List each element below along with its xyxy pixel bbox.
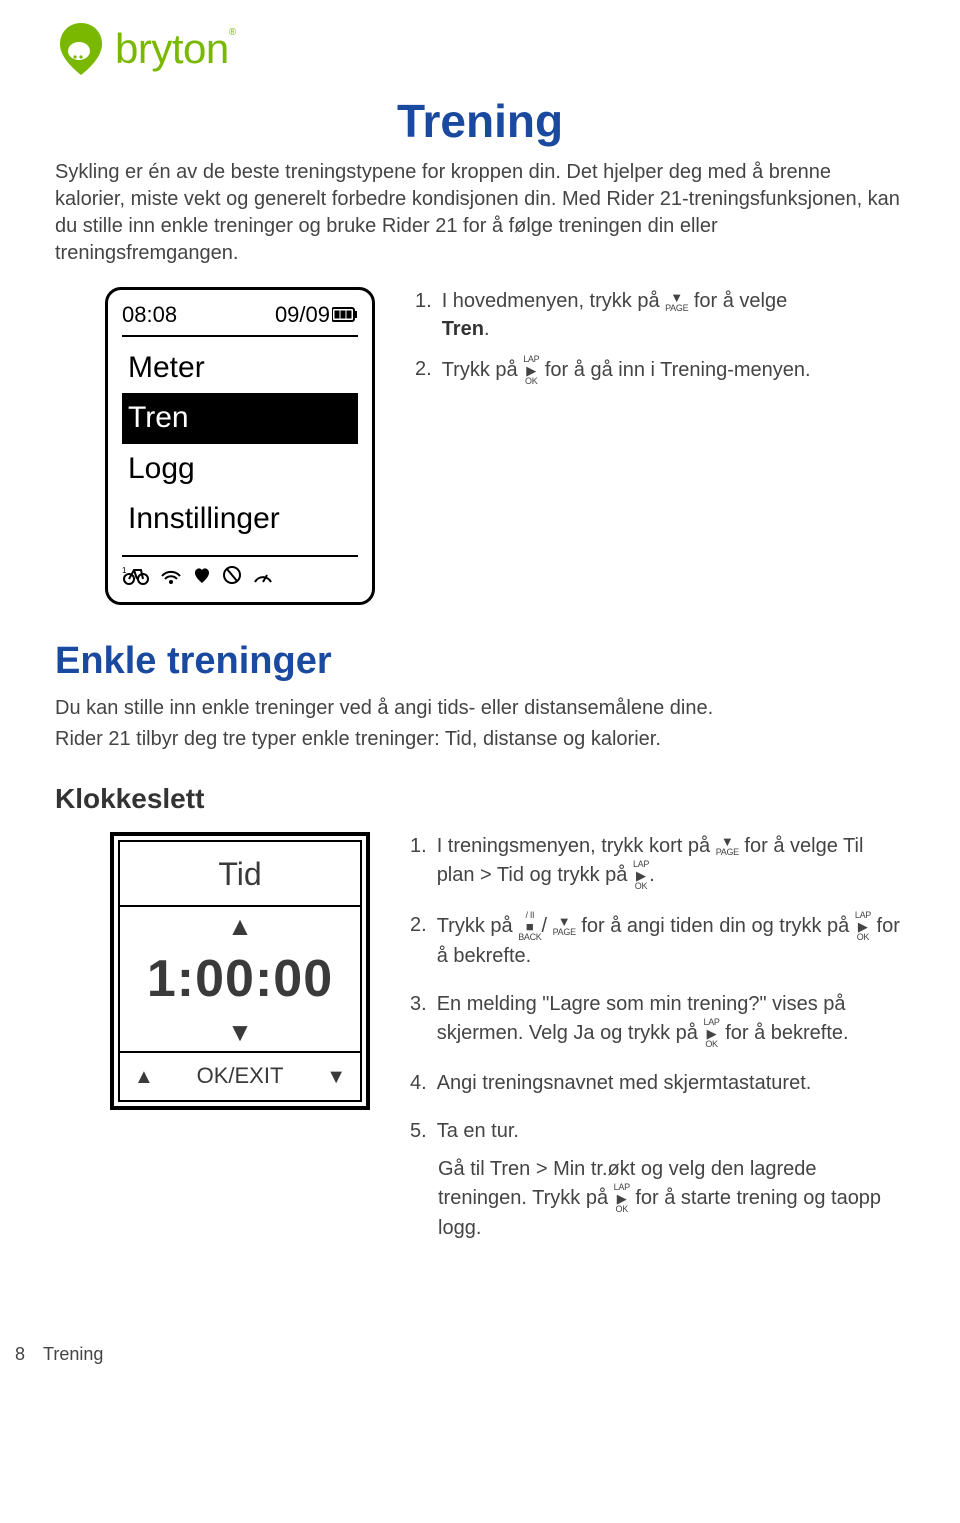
menu-item-innstillinger: Innstillinger [122, 494, 358, 545]
subheading-klokkeslett: Klokkeslett [55, 779, 905, 818]
menu-item-logg: Logg [122, 444, 358, 495]
time-value: 1:00:00 [120, 939, 360, 1020]
menu-item-tren: Tren [122, 393, 358, 444]
clock-text: 08:08 [122, 300, 177, 331]
ok-key-icon: LAPOK [614, 1183, 630, 1214]
cadence-icon [222, 565, 242, 592]
device-screen-main-menu: 08:08 09/09 Meter Tren Logg Innstillinge… [105, 287, 375, 605]
brand-logo: bryton® [55, 20, 905, 79]
wifi-icon [160, 565, 182, 592]
menu-item-meter: Meter [122, 343, 358, 394]
time-screen-title: Tid [120, 842, 360, 907]
battery-icon [332, 300, 358, 331]
footer-section: Trening [43, 1342, 103, 1367]
page-key-icon: PAGE [553, 915, 576, 937]
klok-step-2: 2. Trykk på / IIBACK/ PAGE for å angi ti… [410, 911, 905, 970]
heart-icon [192, 565, 212, 592]
klok-step-3: 3. En melding "Lagre som min trening?" v… [410, 990, 905, 1049]
ok-key-icon: LAPOK [855, 911, 871, 942]
klok-step-5-sub: Gå til Tren > Min tr.økt og velg den lag… [438, 1155, 905, 1242]
svg-text:1: 1 [122, 566, 127, 575]
klok-step-5: 5. Ta en tur. [410, 1117, 905, 1145]
back-key-icon: / IIBACK [518, 911, 541, 942]
page-number: 8 [15, 1342, 25, 1367]
step-1: 1. I hovedmenyen, trykk på PAGE for å ve… [415, 287, 905, 343]
bike-icon: 1 [122, 565, 150, 592]
status-icon-row: 1 [122, 555, 358, 592]
page-footer: 8 Trening [15, 1342, 905, 1367]
klok-step-1: 1. I treningsmenyen, trykk kort på PAGE … [410, 832, 905, 891]
ok-exit-label: OK/EXIT [197, 1061, 284, 1092]
device-screen-time-edit: Tid ▲ 1:00:00 ▼ ▲ OK/EXIT ▼ [110, 832, 370, 1262]
page-key-icon: PAGE [665, 291, 688, 313]
section2-p1: Du kan stille inn enkle treninger ved å … [55, 695, 905, 722]
foot-down-arrow-icon: ▼ [326, 1063, 346, 1091]
up-arrow-icon: ▲ [120, 913, 360, 939]
ok-key-icon: LAPOK [633, 860, 649, 891]
brand-wordmark: bryton® [115, 20, 236, 79]
ok-key-icon: LAPOK [523, 355, 539, 386]
speed-icon [252, 565, 274, 592]
down-arrow-icon: ▼ [120, 1019, 360, 1045]
section-heading-enkle-treninger: Enkle treninger [55, 635, 905, 688]
ok-key-icon: LAPOK [704, 1018, 720, 1049]
section2-p2: Rider 21 tilbyr deg tre typer enkle tren… [55, 726, 905, 753]
page-key-icon: PAGE [716, 835, 739, 857]
brand-mark-icon [55, 21, 107, 77]
step-2: 2. Trykk på LAPOK for å gå inn i Trening… [415, 355, 905, 386]
intro-paragraph: Sykling er én av de beste treningstypene… [55, 159, 905, 267]
klok-step-4: 4. Angi treningsnavnet med skjermtastatu… [410, 1069, 905, 1097]
page-title: Trening [55, 89, 905, 153]
foot-up-arrow-icon: ▲ [134, 1063, 154, 1091]
date-text: 09/09 [275, 300, 330, 331]
